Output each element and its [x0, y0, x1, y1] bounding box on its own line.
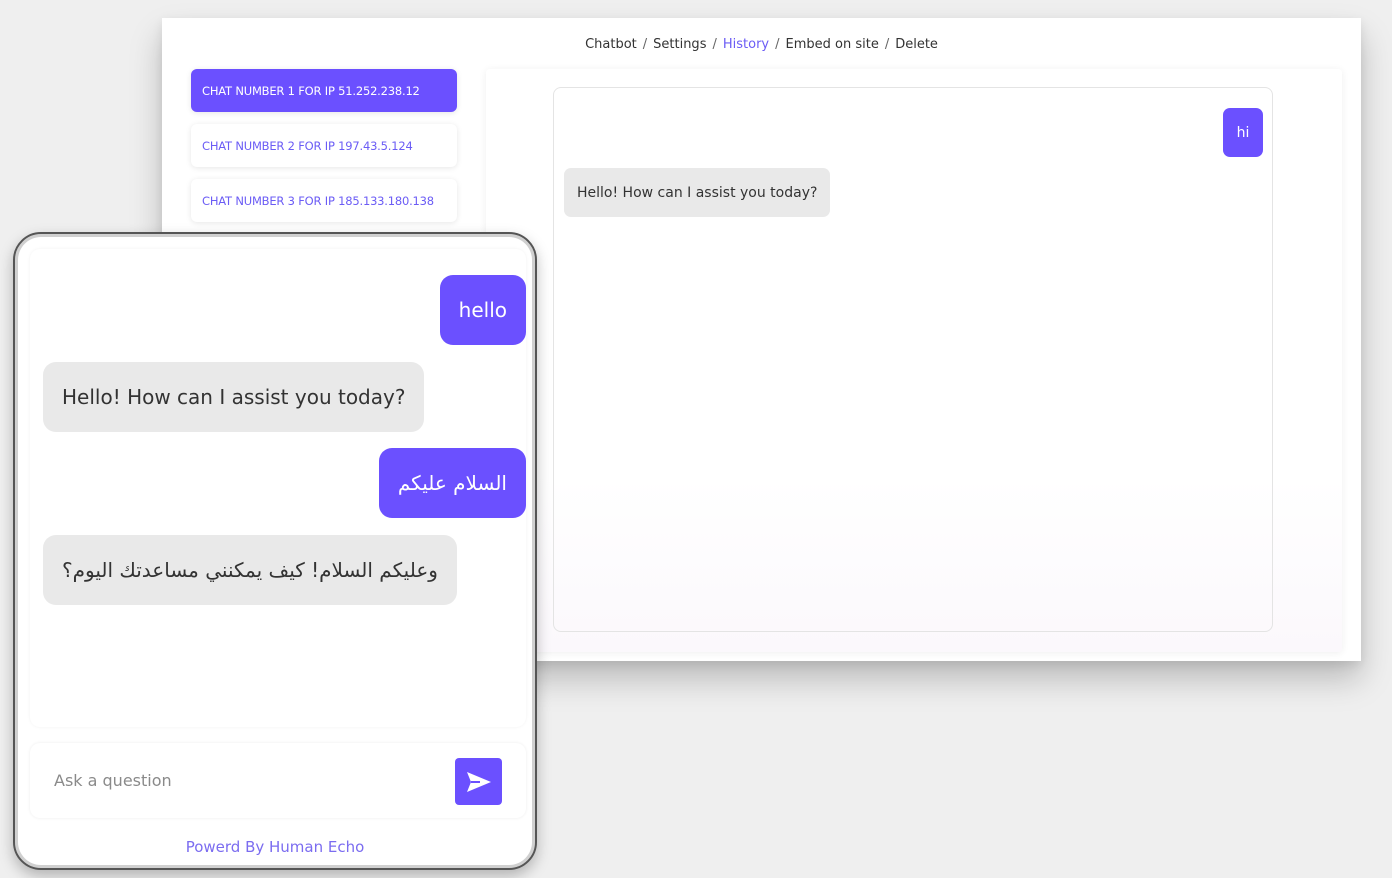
chat-history-list: CHAT NUMBER 1 FOR IP 51.252.238.12 CHAT …: [191, 69, 457, 234]
breadcrumb-separator: /: [642, 37, 648, 52]
widget-bot-message: Hello! How can I assist you today?: [43, 362, 425, 432]
widget-user-message: السلام عليكم: [378, 448, 526, 518]
chat-transcript-panel: hi Hello! How can I assist you today?: [486, 69, 1342, 652]
breadcrumb-delete[interactable]: Delete: [895, 37, 938, 52]
chat-list-item-2[interactable]: CHAT NUMBER 2 FOR IP 197.43.5.124: [191, 124, 457, 167]
breadcrumb-history[interactable]: History: [723, 37, 769, 52]
chat-transcript-frame: hi Hello! How can I assist you today?: [553, 87, 1273, 632]
breadcrumb-separator: /: [884, 37, 890, 52]
send-icon: [466, 771, 491, 792]
ask-question-input[interactable]: [52, 767, 436, 793]
chat-list-item-3[interactable]: CHAT NUMBER 3 FOR IP 185.133.180.138: [191, 179, 457, 222]
breadcrumb-settings[interactable]: Settings: [653, 37, 706, 52]
chat-list-item-1[interactable]: CHAT NUMBER 1 FOR IP 51.252.238.12: [191, 69, 457, 112]
widget-user-message: hello: [439, 275, 526, 345]
chat-widget: hello Hello! How can I assist you today?…: [13, 232, 537, 870]
breadcrumb-embed-on-site[interactable]: Embed on site: [786, 37, 879, 52]
breadcrumb: Chatbot / Settings / History / Embed on site / D…: [162, 37, 1361, 52]
widget-message-area: hello Hello! How can I assist you today?…: [30, 249, 526, 727]
breadcrumb-separator: /: [775, 37, 780, 52]
powered-by-footer[interactable]: Powerd By Human Echo: [15, 838, 535, 856]
widget-bot-message: وعليكم السلام! كيف يمكنني مساعدتك اليوم؟: [43, 535, 457, 605]
breadcrumb-separator: /: [712, 37, 717, 52]
widget-input-bar: [30, 743, 526, 818]
send-button[interactable]: [455, 758, 502, 805]
user-message-bubble: hi: [1223, 108, 1263, 157]
breadcrumb-chatbot[interactable]: Chatbot: [585, 37, 637, 52]
bot-message-bubble: Hello! How can I assist you today?: [564, 168, 831, 217]
